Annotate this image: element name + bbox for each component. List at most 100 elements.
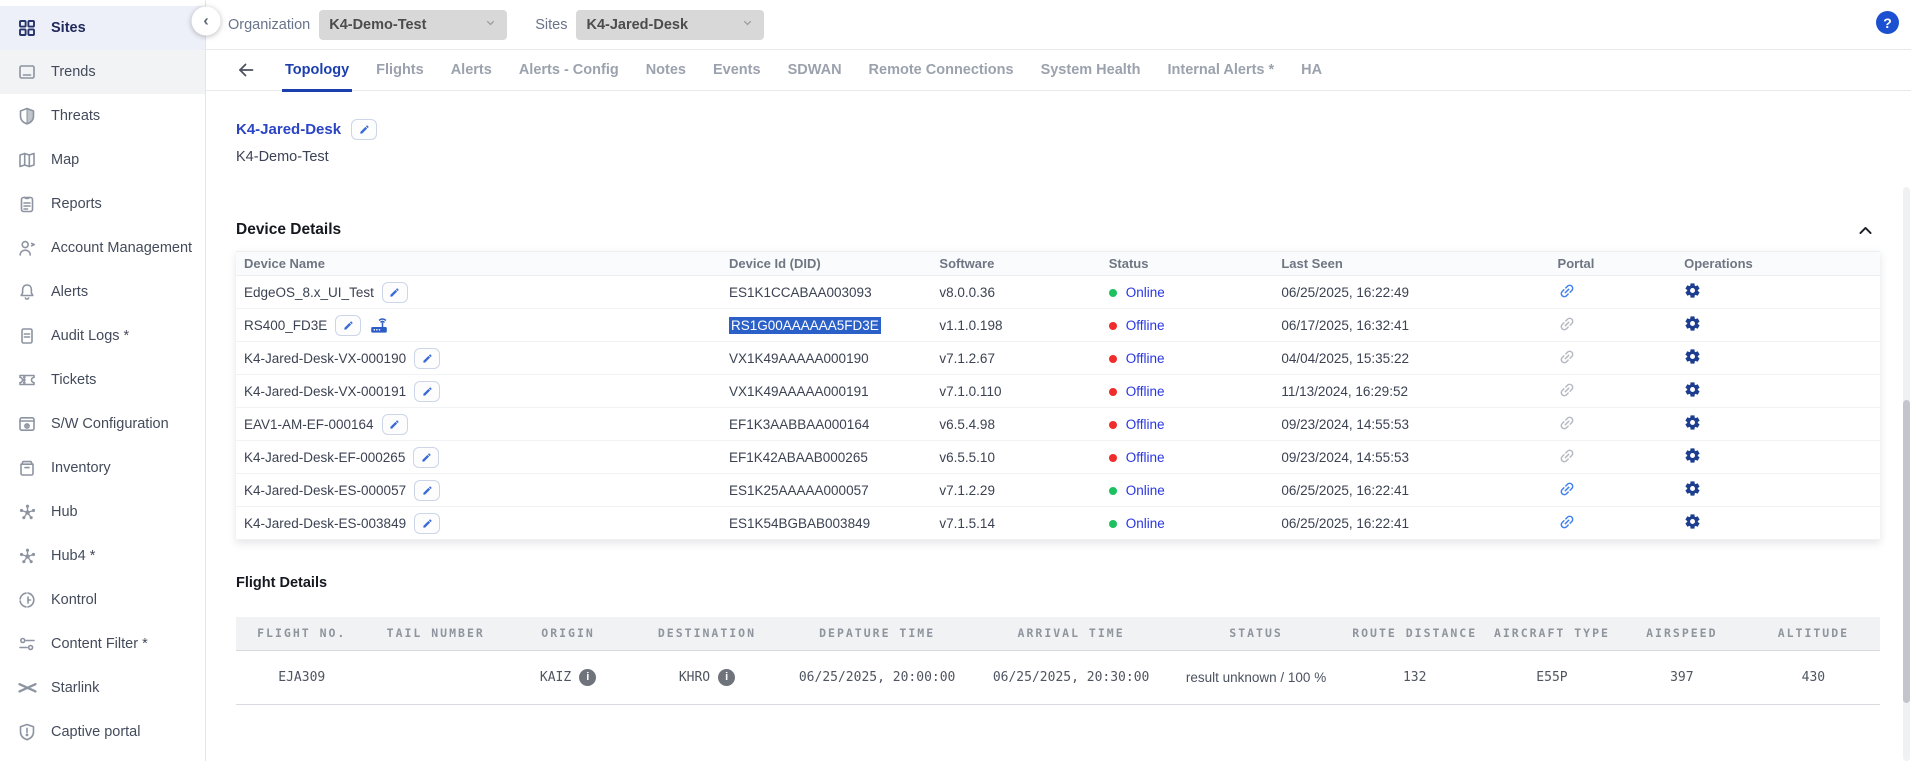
info-icon[interactable]: i [579, 669, 596, 686]
status-link[interactable]: Online [1126, 516, 1165, 531]
operations-gear-icon[interactable] [1684, 381, 1701, 398]
column-header: FLIGHT NO. [236, 617, 368, 650]
status-link[interactable]: Online [1126, 285, 1165, 300]
reports-icon [16, 193, 38, 215]
collapse-panel-chevron-up-icon[interactable] [1857, 222, 1880, 239]
pencil-icon [421, 452, 432, 463]
edit-device-name-button[interactable] [382, 282, 408, 303]
portal-link-icon[interactable] [1558, 513, 1576, 531]
tab-remote-connections[interactable]: Remote Connections [869, 50, 1014, 91]
sidebar-item-alerts[interactable]: Alerts [0, 270, 205, 314]
device-id-text: ES1K25AAAAA000057 [729, 483, 869, 498]
sidebar-item-label: Captive portal [51, 724, 140, 740]
device-name-text: K4-Jared-Desk-VX-000190 [244, 351, 406, 366]
tab-flights[interactable]: Flights [376, 50, 424, 91]
operations-cell [1676, 408, 1880, 441]
portal-link-icon[interactable] [1558, 315, 1576, 333]
sites-icon [16, 17, 38, 39]
status-link[interactable]: Online [1126, 483, 1165, 498]
tab-events[interactable]: Events [713, 50, 761, 91]
pencil-icon [359, 124, 370, 135]
column-header: AIRCRAFT TYPE [1487, 617, 1617, 650]
router-icon[interactable] [369, 316, 389, 334]
operations-gear-icon[interactable] [1684, 447, 1701, 464]
pencil-icon [422, 353, 433, 364]
device-name-cell: RS400_FD3E [236, 309, 721, 342]
sidebar-item-trends[interactable]: Trends [0, 50, 205, 94]
table-row: EAV1-AM-EF-000164EF1K3AABBAA000164v6.5.4… [236, 408, 1880, 441]
operations-gear-icon[interactable] [1684, 513, 1701, 530]
portal-link-icon[interactable] [1558, 348, 1576, 366]
status-link[interactable]: Offline [1126, 384, 1165, 399]
back-arrow-icon[interactable] [236, 60, 256, 80]
tab-alerts-config[interactable]: Alerts - Config [519, 50, 619, 91]
status-link[interactable]: Offline [1126, 450, 1165, 465]
organization-select[interactable]: K4-Demo-Test [319, 10, 507, 40]
status-link[interactable]: Offline [1126, 318, 1165, 333]
status-dot [1109, 388, 1117, 396]
edit-device-name-button[interactable] [413, 447, 439, 468]
portal-link-icon[interactable] [1558, 282, 1576, 300]
status-link[interactable]: Offline [1126, 351, 1165, 366]
operations-gear-icon[interactable] [1684, 480, 1701, 497]
operations-gear-icon[interactable] [1684, 315, 1701, 332]
sidebar-item-map[interactable]: Map [0, 138, 205, 182]
tab-topology[interactable]: Topology [285, 50, 349, 91]
filter-icon [16, 633, 38, 655]
tab-system-health[interactable]: System Health [1041, 50, 1141, 91]
sidebar-item-s-w-configuration[interactable]: S/W Configuration [0, 402, 205, 446]
software-cell: v8.0.0.36 [931, 276, 1100, 309]
edit-device-name-button[interactable] [414, 513, 440, 534]
portal-link-icon[interactable] [1558, 447, 1576, 465]
scrollbar-thumb[interactable] [1903, 400, 1910, 703]
column-header: ARRIVAL TIME [972, 617, 1169, 650]
device-id-text: VX1K49AAAAA000191 [729, 384, 869, 399]
sidebar-item-label: Content Filter * [51, 636, 148, 652]
device-name-text: EAV1-AM-EF-000164 [244, 417, 374, 432]
edit-site-name-button[interactable] [351, 119, 377, 140]
sidebar-item-hub4[interactable]: Hub4 * [0, 534, 205, 578]
status-link[interactable]: Offline [1126, 417, 1165, 432]
portal-link-icon[interactable] [1558, 414, 1576, 432]
operations-gear-icon[interactable] [1684, 282, 1701, 299]
help-icon[interactable]: ? [1876, 11, 1899, 34]
tab-internal-alerts[interactable]: Internal Alerts * [1168, 50, 1275, 91]
edit-device-name-button[interactable] [414, 348, 440, 369]
tab-notes[interactable]: Notes [646, 50, 686, 91]
flight-status-cell: result unknown / 100 % [1170, 650, 1343, 704]
sidebar-item-captive-portal[interactable]: Captive portal [0, 710, 205, 754]
sites-select[interactable]: K4-Jared-Desk [576, 10, 764, 40]
sidebar-item-starlink[interactable]: Starlink [0, 666, 205, 710]
sidebar-item-threats[interactable]: Threats [0, 94, 205, 138]
tab-alerts[interactable]: Alerts [451, 50, 492, 91]
tab-sdwan[interactable]: SDWAN [788, 50, 842, 91]
last-seen-cell: 09/23/2024, 14:55:53 [1273, 408, 1549, 441]
operations-cell [1676, 276, 1880, 309]
edit-device-name-button[interactable] [382, 414, 408, 435]
operations-cell [1676, 375, 1880, 408]
sidebar-collapse-button[interactable]: ‹ [192, 7, 221, 36]
edit-device-name-button[interactable] [335, 315, 361, 336]
sidebar-item-account-management[interactable]: Account Management [0, 226, 205, 270]
sidebar-item-inventory[interactable]: Inventory [0, 446, 205, 490]
edit-device-name-button[interactable] [414, 381, 440, 402]
portal-link-icon[interactable] [1558, 480, 1576, 498]
sidebar-item-kontrol[interactable]: Kontrol [0, 578, 205, 622]
operations-gear-icon[interactable] [1684, 348, 1701, 365]
operations-gear-icon[interactable] [1684, 414, 1701, 431]
sidebar-item-hub[interactable]: Hub [0, 490, 205, 534]
sidebar-item-content-filter[interactable]: Content Filter * [0, 622, 205, 666]
info-icon[interactable]: i [718, 669, 735, 686]
sidebar-item-tickets[interactable]: Tickets [0, 358, 205, 402]
portal-link-icon[interactable] [1558, 381, 1576, 399]
portal-cell [1550, 507, 1677, 540]
flight-table-body: EJA309KAIZiKHROi06/25/2025, 20:00:0006/2… [236, 650, 1880, 704]
pencil-icon [343, 320, 354, 331]
site-name-link[interactable]: K4-Jared-Desk [236, 121, 341, 138]
tab-ha[interactable]: HA [1301, 50, 1322, 91]
sidebar-item-reports[interactable]: Reports [0, 182, 205, 226]
sidebar-item-sites[interactable]: Sites [0, 6, 205, 50]
edit-device-name-button[interactable] [414, 480, 440, 501]
operations-cell [1676, 474, 1880, 507]
sidebar-item-audit-logs[interactable]: Audit Logs * [0, 314, 205, 358]
